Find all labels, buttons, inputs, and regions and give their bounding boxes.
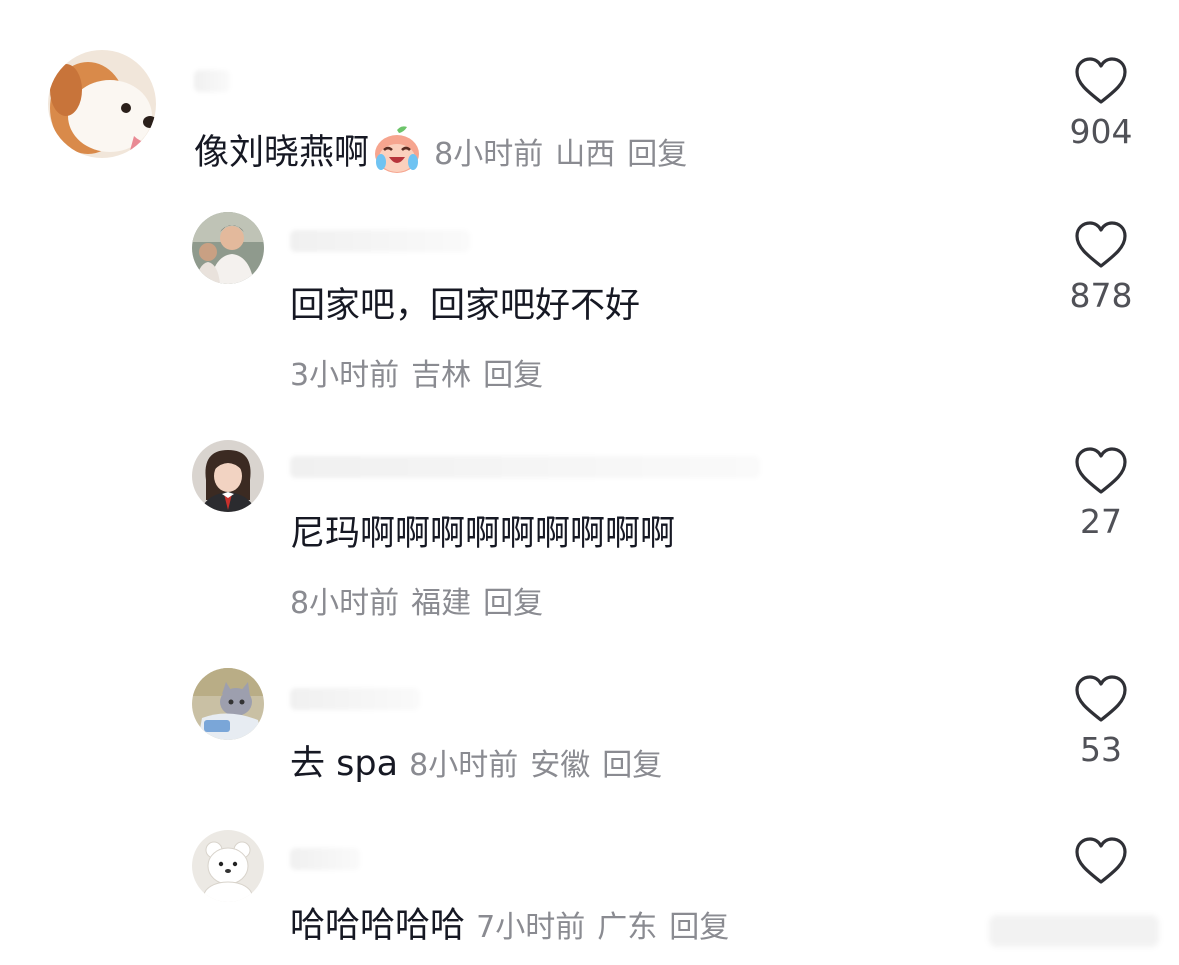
comment-body-line: 哈哈哈哈哈 7小时前 广东 回复 bbox=[290, 904, 741, 950]
avatar-person[interactable] bbox=[192, 212, 264, 284]
heart-icon bbox=[1075, 675, 1127, 722]
comment-text: 哈哈哈哈哈 bbox=[290, 906, 466, 946]
comment-text: 像刘晓燕啊 bbox=[194, 133, 370, 173]
avatar-bear[interactable] bbox=[192, 830, 264, 902]
like-button[interactable]: 904 bbox=[1056, 56, 1146, 152]
like-count: 904 bbox=[1069, 112, 1133, 151]
heart-icon bbox=[1075, 837, 1127, 884]
like-count: 878 bbox=[1069, 276, 1133, 315]
reply-button[interactable]: 回复 bbox=[602, 748, 662, 783]
like-button[interactable]: 53 bbox=[1056, 674, 1146, 770]
watermark-blurred bbox=[989, 915, 1159, 947]
comment-time: 8小时前 bbox=[434, 137, 544, 172]
comment-text: 回家吧，回家吧好不好 bbox=[290, 286, 641, 326]
username-blurred[interactable] bbox=[194, 70, 230, 92]
comment-time: 8小时前 bbox=[409, 748, 519, 783]
comment-time: 8小时前 bbox=[290, 586, 400, 621]
username-blurred[interactable] bbox=[290, 688, 420, 710]
avatar-shiba[interactable] bbox=[48, 50, 156, 158]
comment-text: 尼玛啊啊啊啊啊啊啊啊啊 bbox=[290, 514, 676, 554]
heart-icon bbox=[1075, 221, 1127, 268]
comment-body-line: 去 spa 8小时前 安徽 回复 bbox=[290, 742, 674, 788]
heart-icon bbox=[1075, 447, 1127, 494]
reply-button[interactable]: 回复 bbox=[483, 586, 543, 621]
reply-button[interactable]: 回复 bbox=[627, 137, 687, 172]
cat-photo-icon bbox=[192, 668, 264, 740]
reply-button[interactable]: 回复 bbox=[669, 910, 729, 945]
avatar-cat[interactable] bbox=[192, 668, 264, 740]
comment-text: 去 spa bbox=[290, 744, 399, 784]
reply-button[interactable]: 回复 bbox=[483, 358, 543, 393]
avatar-girl[interactable] bbox=[192, 440, 264, 512]
like-count: 53 bbox=[1080, 730, 1122, 769]
like-button[interactable]: 27 bbox=[1056, 446, 1146, 542]
username-blurred[interactable] bbox=[290, 848, 360, 870]
crying-laughing-peach-emoji-icon bbox=[375, 126, 420, 173]
white-bear-icon bbox=[192, 830, 264, 902]
comment-time: 3小时前 bbox=[290, 358, 400, 393]
shiba-dog-icon bbox=[48, 50, 156, 158]
person-photo-icon bbox=[192, 212, 264, 284]
username-blurred[interactable] bbox=[290, 230, 470, 252]
comment-location: 福建 bbox=[411, 586, 472, 621]
comment-meta: 8小时前 福建 回复 bbox=[290, 584, 555, 624]
heart-icon bbox=[1075, 57, 1127, 104]
comment-time: 7小时前 bbox=[476, 910, 586, 945]
comment-meta: 3小时前 吉林 回复 bbox=[290, 356, 555, 396]
comment-meta: 8小时前 安徽 回复 bbox=[409, 748, 674, 783]
like-button[interactable]: 878 bbox=[1056, 220, 1146, 316]
like-button[interactable] bbox=[1056, 836, 1146, 892]
comment-location: 吉林 bbox=[411, 358, 472, 393]
girl-photo-icon bbox=[192, 440, 264, 512]
comment-location: 广东 bbox=[597, 910, 658, 945]
comment-body-line: 像刘晓燕啊 8小时前 山西 回复 bbox=[194, 124, 699, 177]
username-blurred[interactable] bbox=[290, 456, 760, 478]
comment-meta: 7小时前 广东 回复 bbox=[476, 910, 741, 945]
like-count: 27 bbox=[1080, 502, 1122, 541]
comment-location: 安徽 bbox=[530, 748, 591, 783]
comment-location: 山西 bbox=[555, 137, 616, 172]
comment-meta: 8小时前 山西 回复 bbox=[434, 137, 699, 172]
